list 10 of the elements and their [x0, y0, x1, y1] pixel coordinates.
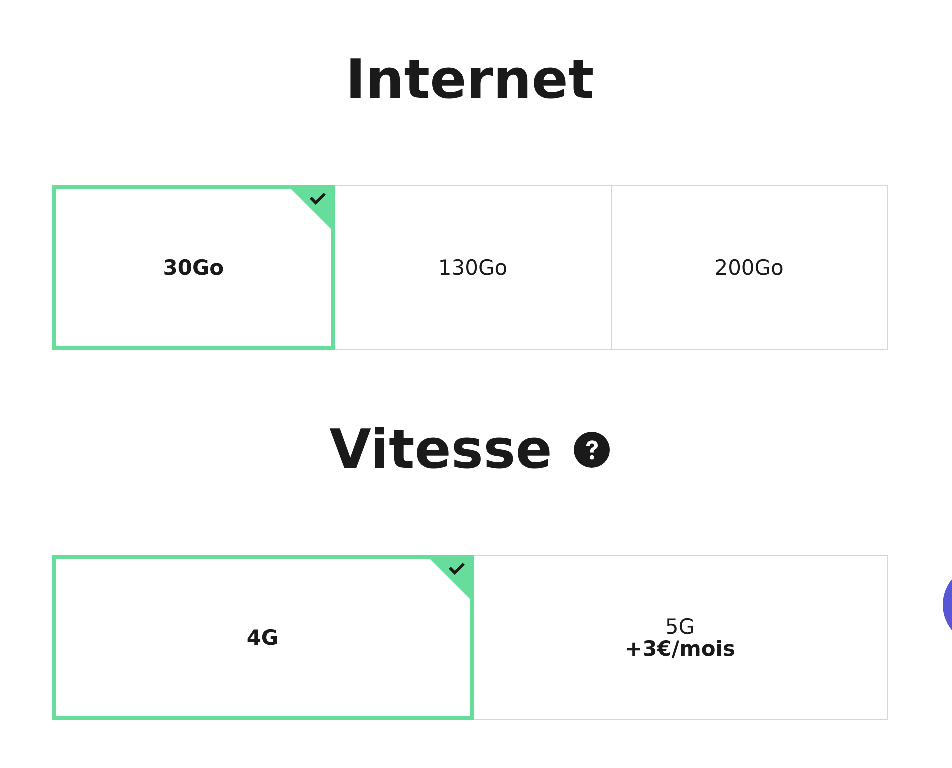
option-card[interactable]: 130Go	[334, 185, 612, 350]
option-card[interactable]: 5G +3€/mois	[472, 555, 888, 720]
section-title: Internet	[346, 47, 594, 113]
check-icon	[291, 189, 332, 229]
option-card[interactable]: 30Go	[52, 185, 336, 350]
option-card[interactable]: 4G	[52, 555, 474, 720]
option-card[interactable]: 200Go	[610, 185, 888, 350]
check-icon	[430, 559, 470, 599]
help-icon[interactable]	[574, 432, 610, 468]
section-title: Vitesse	[330, 417, 552, 483]
